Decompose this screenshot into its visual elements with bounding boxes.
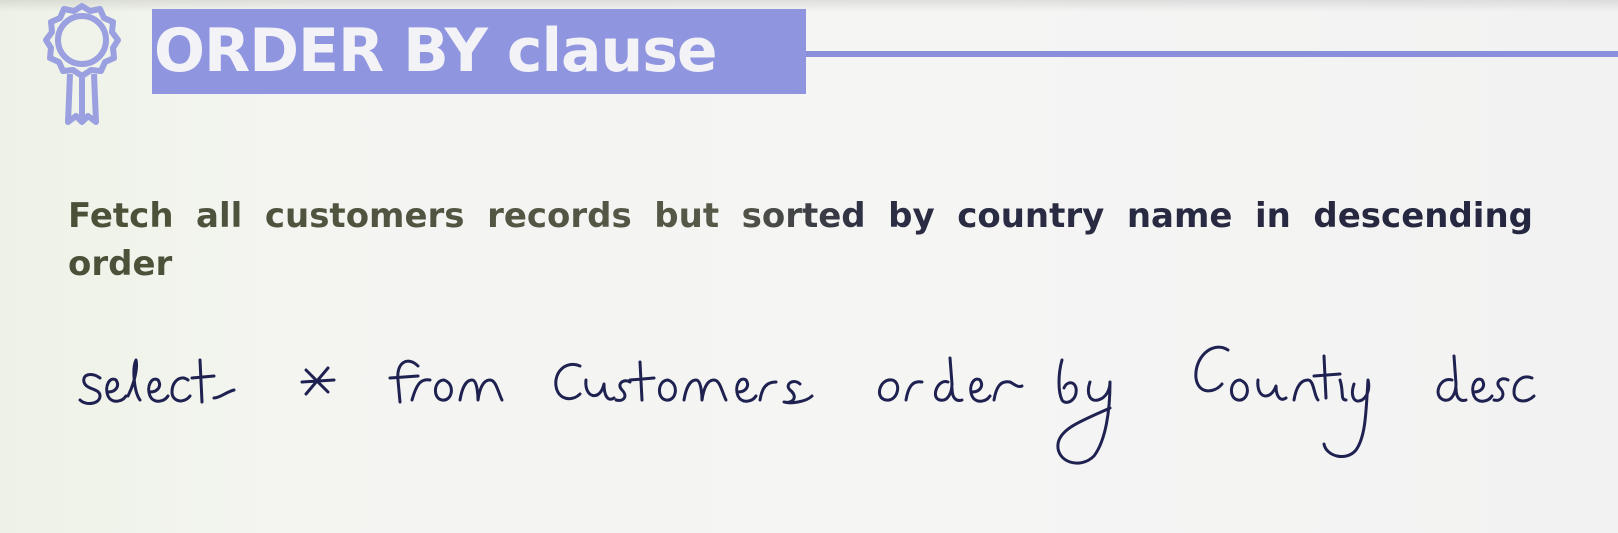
exercise-question: Fetch all customers records but sorted b…	[68, 192, 1533, 288]
title-rule	[806, 51, 1618, 57]
title-banner: ORDER BY clause	[152, 9, 806, 94]
slide-title: ORDER BY clause	[154, 16, 718, 86]
award-badge-icon	[43, 3, 121, 125]
handwritten-query	[78, 345, 1536, 465]
